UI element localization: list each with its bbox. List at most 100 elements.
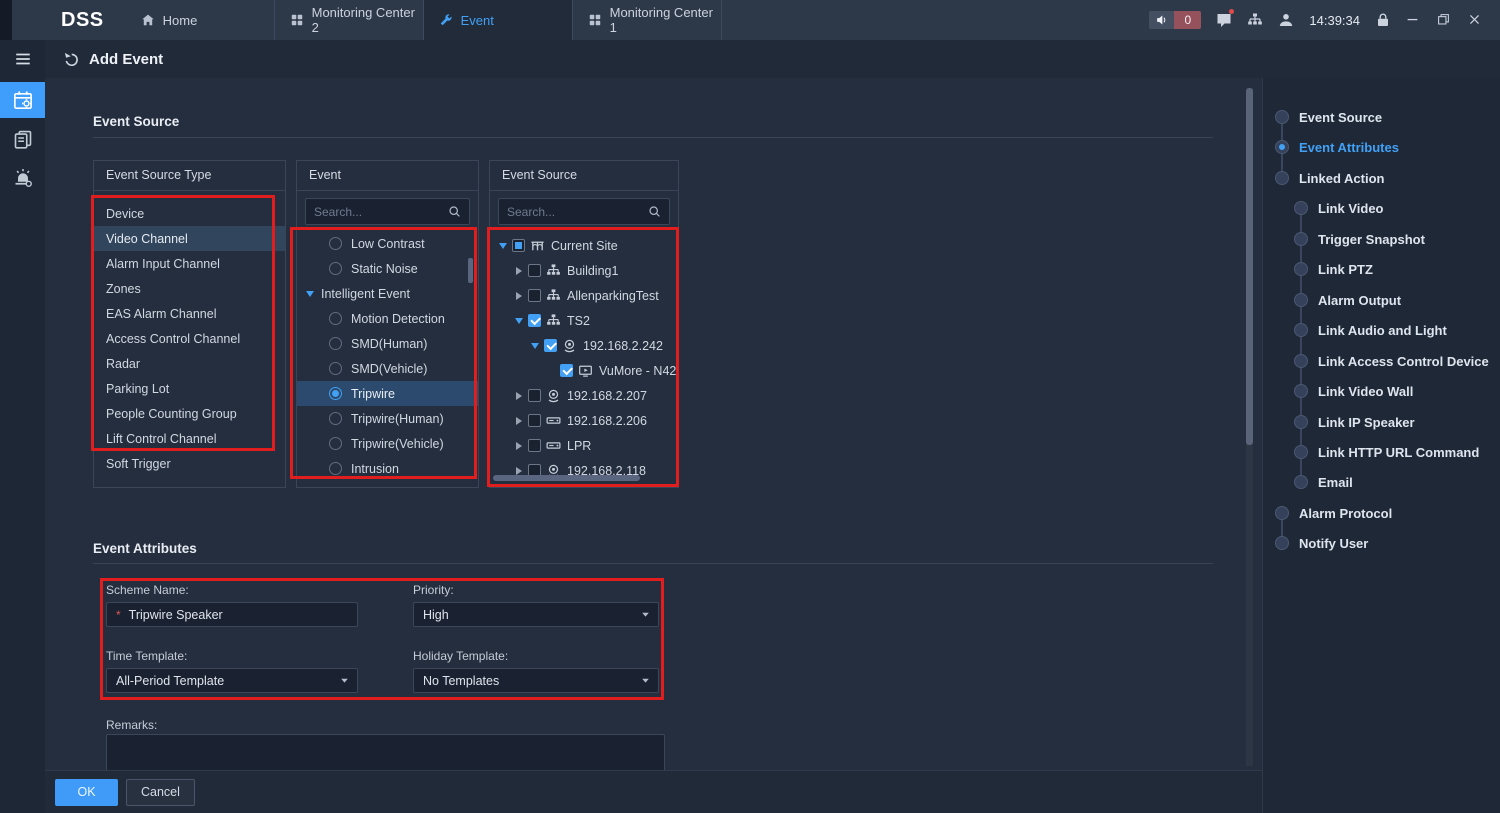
nav-alarm-config[interactable] [0,160,45,196]
holiday-template-select[interactable]: No Templates [413,668,659,693]
event-option-static-noise[interactable]: Static Noise [297,256,478,281]
lock-icon[interactable] [1375,12,1391,28]
scheme-name-input[interactable]: * Tripwire Speaker [106,602,358,627]
step-trigger-snapshot[interactable]: Trigger Snapshot [1294,229,1425,249]
tree-node-192-168-2-242[interactable]: 192.168.2.242 [490,333,678,358]
step-link-audio-and-light[interactable]: Link Audio and Light [1294,320,1447,340]
checkbox-192-168-2-207[interactable] [528,389,541,402]
source-type-parking-lot[interactable]: Parking Lot [94,376,285,401]
source-type-eas-alarm-channel[interactable]: EAS Alarm Channel [94,301,285,326]
radio-smd-human[interactable] [329,337,342,350]
back-icon[interactable] [63,51,80,68]
radio-motion-detection[interactable] [329,312,342,325]
message-icon[interactable] [1216,12,1232,28]
radio-smd-vehicle[interactable] [329,362,342,375]
sitemap-icon[interactable] [1247,12,1263,28]
checkbox-allenparkingtest[interactable] [528,289,541,302]
nav-records[interactable] [0,121,45,157]
tree-node-ts2[interactable]: TS2 [490,308,678,333]
tree-node-current-site[interactable]: Current Site [490,233,678,258]
tab-event[interactable]: Event [424,0,573,40]
step-link-video[interactable]: Link Video [1294,198,1384,218]
event-list-scrollbar[interactable] [468,258,473,283]
radio-tripwire-human[interactable] [329,412,342,425]
source-search-input[interactable]: Search... [498,198,670,225]
checkbox-ts2[interactable] [528,314,541,327]
step-link-video-wall[interactable]: Link Video Wall [1294,381,1413,401]
radio-tripwire[interactable] [329,387,342,400]
tree-node-192-168-2-206[interactable]: 192.168.2.206 [490,408,678,433]
tab-monitoring-center-1[interactable]: Monitoring Center 1 [573,0,722,40]
source-type-access-control-channel[interactable]: Access Control Channel [94,326,285,351]
source-type-soft-trigger[interactable]: Soft Trigger [94,451,285,476]
radio-intrusion[interactable] [329,462,342,475]
radio-low-contrast[interactable] [329,237,342,250]
source-type-label: Zones [106,282,141,296]
step-link-ip-speaker[interactable]: Link IP Speaker [1294,412,1415,432]
tree-horizontal-scrollbar[interactable] [493,475,640,481]
org-icon [546,313,561,328]
cancel-button[interactable]: Cancel [126,779,195,806]
radio-tripwire-vehicle[interactable] [329,437,342,450]
step-link-access-control-device[interactable]: Link Access Control Device [1294,351,1489,371]
step-event-source[interactable]: Event Source [1275,107,1382,127]
source-type-device[interactable]: Device [94,201,285,226]
source-type-zones[interactable]: Zones [94,276,285,301]
step-event-attributes[interactable]: Event Attributes [1275,137,1399,157]
step-link-http-url-command[interactable]: Link HTTP URL Command [1294,442,1479,462]
topbar: DSS HomeMonitoring Center 2EventMonitori… [0,0,1500,40]
close-button[interactable] [1468,12,1484,28]
event-option-tripwire-human[interactable]: Tripwire(Human) [297,406,478,431]
source-type-alarm-input-channel[interactable]: Alarm Input Channel [94,251,285,276]
user-icon[interactable] [1278,12,1294,28]
event-option-intrusion[interactable]: Intrusion [297,456,478,481]
step-alarm-output[interactable]: Alarm Output [1294,290,1401,310]
event-option-smd-vehicle[interactable]: SMD(Vehicle) [297,356,478,381]
event-option-motion-detection[interactable]: Motion Detection [297,306,478,331]
priority-select[interactable]: High [413,602,659,627]
remarks-textarea[interactable] [106,734,665,770]
source-type-radar[interactable]: Radar [94,351,285,376]
menu-icon[interactable] [0,40,45,78]
radio-static-noise[interactable] [329,262,342,275]
step-notify-user[interactable]: Notify User [1275,533,1368,553]
tree-node-192-168-2-207[interactable]: 192.168.2.207 [490,383,678,408]
event-option-smd-human[interactable]: SMD(Human) [297,331,478,356]
event-search-input[interactable]: Search... [305,198,470,225]
source-type-people-counting-group[interactable]: People Counting Group [94,401,285,426]
step-linked-action[interactable]: Linked Action [1275,168,1384,188]
alarm-sound-control[interactable]: 0 [1149,11,1201,29]
checkbox-building1[interactable] [528,264,541,277]
checkbox-lpr[interactable] [528,439,541,452]
tree-node-vumore-n42[interactable]: VuMore - N42 [490,358,678,383]
holiday-template-value: No Templates [423,674,499,688]
main-scrollbar[interactable] [1246,88,1253,766]
main-scrollbar-thumb[interactable] [1246,88,1253,445]
event-option-tripwire-vehicle[interactable]: Tripwire(Vehicle) [297,431,478,456]
source-type-video-channel[interactable]: Video Channel [94,226,285,251]
step-email[interactable]: Email [1294,472,1353,492]
checkbox-current-site[interactable] [512,239,525,252]
source-type-label: Video Channel [106,232,188,246]
restore-button[interactable] [1437,12,1453,28]
time-template-select[interactable]: All-Period Template [106,668,358,693]
event-option-intelligent-event[interactable]: Intelligent Event [297,281,478,306]
minimize-button[interactable] [1406,12,1422,28]
tab-home[interactable]: Home [126,0,275,40]
nav-event-config[interactable] [0,82,45,118]
event-config-icon [13,90,33,110]
checkbox-192-168-2-206[interactable] [528,414,541,427]
checkbox-vumore-n42[interactable] [560,364,573,377]
step-link-ptz[interactable]: Link PTZ [1294,259,1373,279]
ok-button[interactable]: OK [55,779,118,806]
tree-node-allenparkingtest[interactable]: AllenparkingTest [490,283,678,308]
event-option-tripwire[interactable]: Tripwire [297,381,478,406]
step-alarm-protocol[interactable]: Alarm Protocol [1275,503,1392,523]
speaker-icon[interactable] [1149,11,1174,29]
tree-node-building1[interactable]: Building1 [490,258,678,283]
tab-monitoring-center-2[interactable]: Monitoring Center 2 [275,0,424,40]
source-type-lift-control-channel[interactable]: Lift Control Channel [94,426,285,451]
tree-node-lpr[interactable]: LPR [490,433,678,458]
checkbox-192-168-2-242[interactable] [544,339,557,352]
event-option-low-contrast[interactable]: Low Contrast [297,231,478,256]
